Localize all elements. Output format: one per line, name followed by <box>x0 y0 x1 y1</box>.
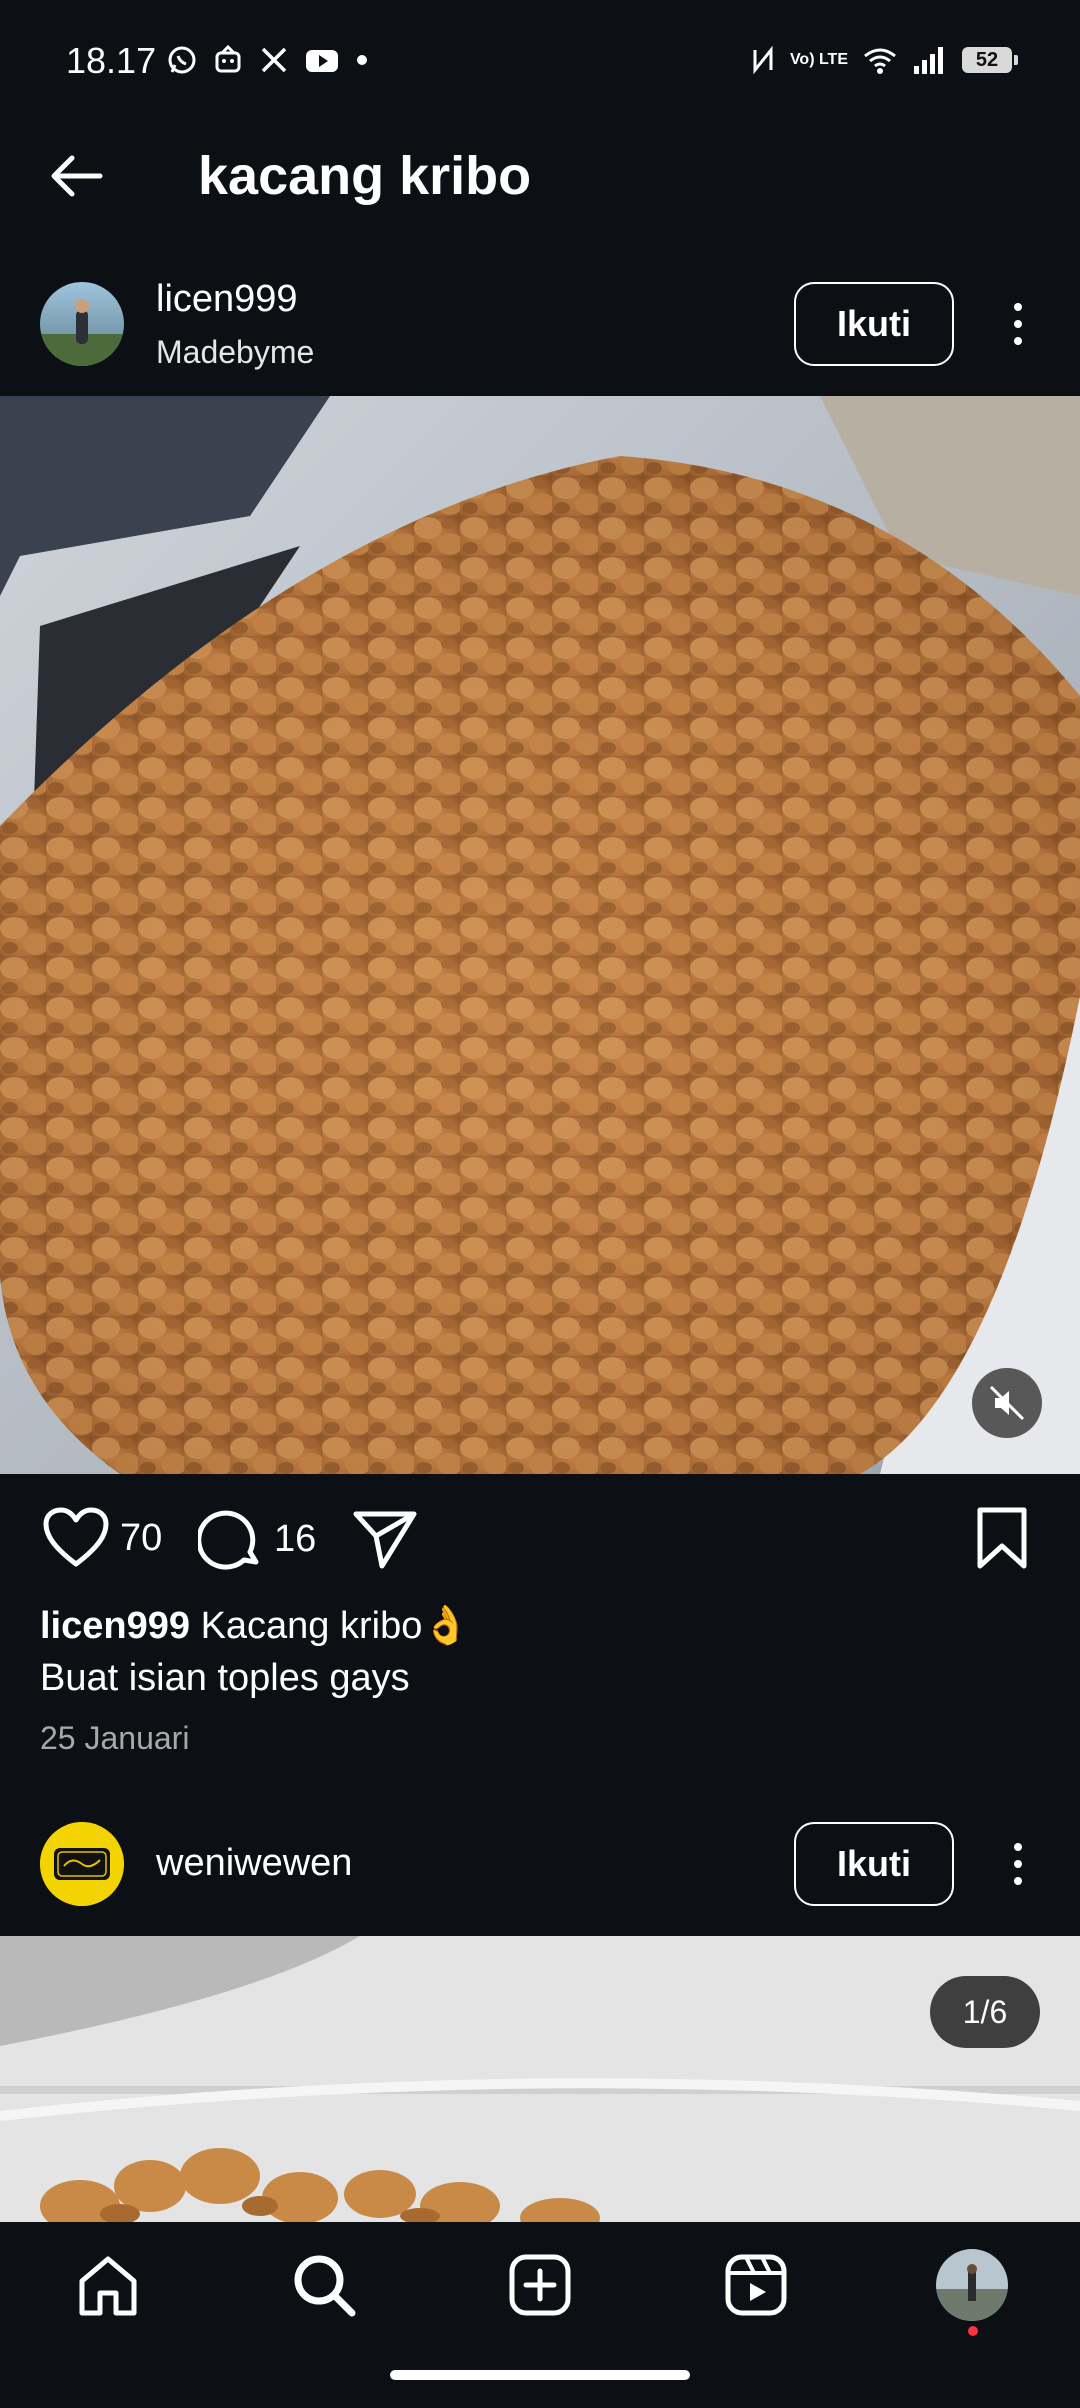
status-time: 18.17 <box>66 40 157 81</box>
like-count[interactable]: 70 <box>120 1517 162 1560</box>
status-left-icons <box>166 44 370 76</box>
create-icon <box>509 2254 571 2316</box>
wifi-icon <box>864 48 896 74</box>
home-indicator[interactable] <box>390 2370 690 2380</box>
comment-icon[interactable] <box>198 1506 264 1572</box>
battery-icon: 52 <box>962 47 1018 73</box>
nav-home[interactable] <box>58 2240 158 2330</box>
dot-icon <box>357 55 367 65</box>
page-title: kacang kribo <box>198 146 532 206</box>
image-counter: 1/6 <box>930 1976 1040 2048</box>
post-date: 25 Januari <box>40 1720 190 1756</box>
caption-text: Kacang kribo👌 <box>200 1605 470 1647</box>
follow-button[interactable]: Ikuti <box>794 282 954 366</box>
back-button[interactable] <box>40 140 112 212</box>
search-icon <box>294 2255 356 2317</box>
nfc-icon <box>753 45 773 75</box>
signal-icon <box>914 47 943 74</box>
whatsapp-icon <box>168 46 196 74</box>
nav-create[interactable] <box>490 2240 590 2330</box>
profile-avatar <box>936 2249 1008 2321</box>
snack-jar-photo <box>0 1936 1080 2222</box>
post-username[interactable]: licen999 <box>156 278 298 321</box>
notification-dot <box>968 2326 978 2336</box>
avatar[interactable] <box>40 1822 124 1906</box>
bookmark-icon <box>977 1507 1027 1569</box>
post-username[interactable]: weniwewen <box>156 1842 352 1885</box>
more-options-icon[interactable] <box>998 282 1038 366</box>
share-button[interactable] <box>352 1506 420 1572</box>
status-right-icons: Vo) LTE 52 <box>750 44 1018 76</box>
nav-profile[interactable] <box>922 2240 1022 2330</box>
home-icon <box>79 2256 137 2316</box>
save-button[interactable] <box>972 1506 1032 1572</box>
mute-button[interactable] <box>972 1368 1042 1438</box>
post-subtitle: Madebyme <box>156 334 315 370</box>
volume-off-icon <box>989 1385 1025 1421</box>
post-image[interactable] <box>0 1936 1080 2222</box>
avatar-image <box>40 282 124 366</box>
x-icon <box>261 47 287 73</box>
comment-action[interactable]: 16 <box>198 1506 316 1572</box>
avatar[interactable] <box>40 282 124 366</box>
post-caption: licen999 Kacang kribo👌 Buat isian toples… <box>40 1600 1040 1704</box>
reels-icon <box>725 2254 787 2316</box>
avatar-logo <box>40 1822 124 1906</box>
send-icon <box>353 1511 417 1569</box>
more-options-icon[interactable] <box>998 1822 1038 1906</box>
nav-search[interactable] <box>274 2240 374 2330</box>
status-bar: 18.17 Vo) LTE 52 <box>0 0 1080 128</box>
caption-username[interactable]: licen999 <box>40 1605 190 1647</box>
notification-app-icon <box>215 44 241 73</box>
comment-count[interactable]: 16 <box>274 1518 316 1561</box>
follow-button[interactable]: Ikuti <box>794 1822 954 1906</box>
caption-second-line: Buat isian toples gays <box>40 1657 410 1699</box>
youtube-icon <box>306 50 338 72</box>
volte-icon: Vo) LTE <box>789 51 848 68</box>
post-image[interactable] <box>0 396 1080 1474</box>
peanut-photo <box>0 396 1080 1474</box>
heart-icon[interactable] <box>42 1506 110 1570</box>
caption-first-line: licen999 Kacang kribo👌 <box>40 1600 1040 1652</box>
nav-reels[interactable] <box>706 2240 806 2330</box>
arrow-left-icon <box>51 155 103 197</box>
like-action[interactable]: 70 <box>42 1506 162 1570</box>
